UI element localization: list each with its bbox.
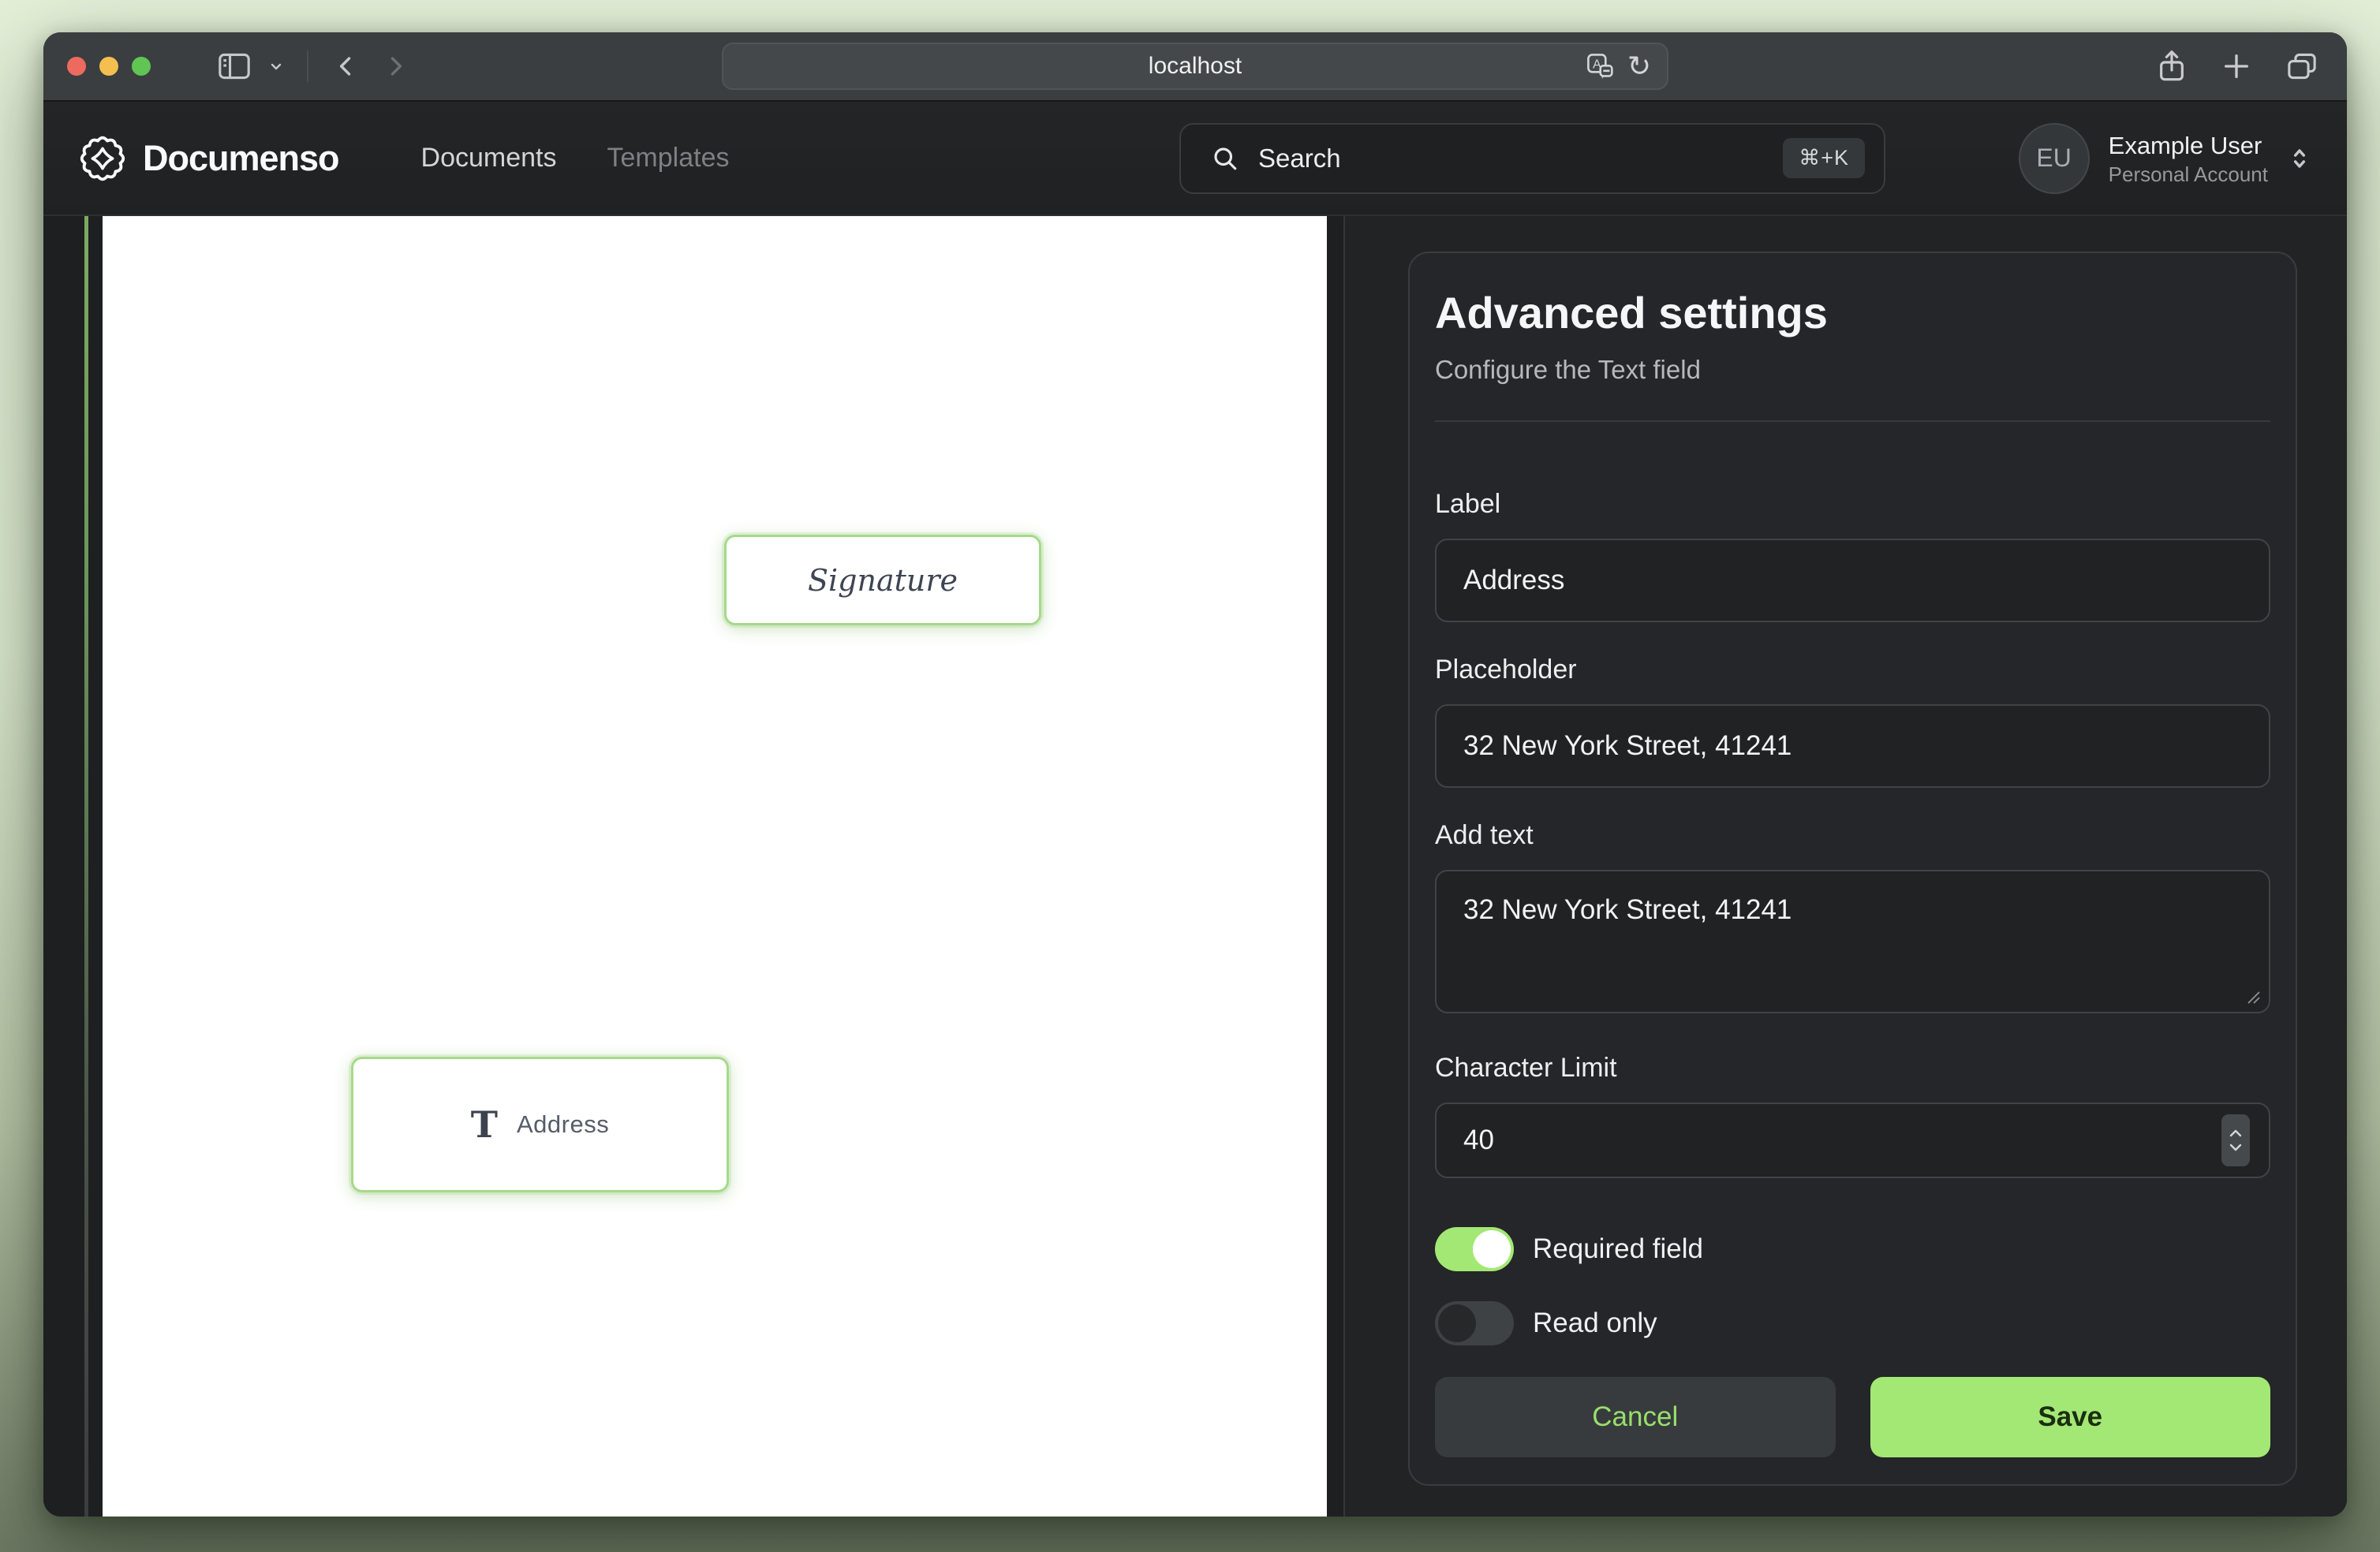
text-field-icon: T [471,1106,498,1143]
url-text: localhost [1149,53,1242,80]
label-field-label: Label [1435,488,2270,520]
search-icon [1211,144,1239,173]
label-input[interactable] [1435,539,2270,622]
search-shortcut-badge: ⌘+K [1783,138,1865,178]
user-account-type: Personal Account [2109,162,2268,187]
tab-overview-icon[interactable] [2285,50,2318,82]
recipient-color-strip [84,216,88,1517]
translate-icon[interactable]: A [1585,51,1615,81]
cancel-button[interactable]: Cancel [1435,1377,1836,1457]
required-field-toggle[interactable] [1435,1227,1514,1271]
sidebar-chevron-icon[interactable] [264,47,288,85]
address-field-box[interactable]: T Address [351,1057,729,1192]
address-field-label: Address [517,1110,609,1139]
nav-templates[interactable]: Templates [607,143,730,173]
nav-documents[interactable]: Documents [421,143,557,173]
documenso-logo[interactable]: Documenso [78,134,339,183]
number-stepper[interactable] [2221,1114,2250,1166]
search-placeholder: Search [1258,144,1341,173]
panel-subtitle: Configure the Text field [1435,354,2270,386]
maximize-window-button[interactable] [132,57,151,76]
browser-toolbar: localhost A ↻ [43,32,2347,102]
app-header: Documenso Documents Templates Search ⌘+K… [43,102,2347,216]
chevrons-up-down-icon [2287,144,2312,173]
user-menu[interactable]: EU Example User Personal Account [2019,123,2312,194]
read-only-toggle[interactable] [1435,1301,1514,1345]
add-text-textarea[interactable]: 32 New York Street, 41241 [1435,870,2270,1013]
required-field-label: Required field [1533,1233,1703,1265]
browser-window: localhost A ↻ [43,32,2347,1517]
logo-text: Documenso [143,138,339,179]
toggle-knob [1473,1230,1511,1268]
documenso-seal-icon [78,134,127,183]
toggle-knob [1438,1304,1476,1342]
save-button[interactable]: Save [1870,1377,2271,1457]
panel-title: Advanced settings [1435,288,2270,338]
placeholder-input[interactable] [1435,704,2270,788]
avatar: EU [2019,123,2090,194]
character-limit-input[interactable] [1435,1102,2270,1178]
new-tab-icon[interactable] [2221,50,2252,82]
share-icon[interactable] [2156,49,2188,84]
forward-button[interactable] [376,47,414,85]
read-only-label: Read only [1533,1308,1657,1339]
sidebar-toggle-icon[interactable] [215,47,253,85]
signature-field-box[interactable]: Signature [724,535,1041,625]
avatar-initials: EU [2036,144,2071,173]
signature-field-label: Signature [808,563,958,598]
placeholder-field-label: Placeholder [1435,654,2270,685]
main-nav: Documents Templates [421,143,730,173]
user-name: Example User [2109,130,2268,162]
back-button[interactable] [327,47,365,85]
character-limit-field-label: Character Limit [1435,1052,2270,1084]
divider [1435,420,2270,422]
reload-icon[interactable]: ↻ [1627,52,1651,80]
add-text-field-label: Add text [1435,819,2270,851]
advanced-settings-card: Advanced settings Configure the Text fie… [1408,252,2297,1486]
document-page: Signature T Address [103,216,1327,1517]
close-window-button[interactable] [67,57,86,76]
resize-grip-icon[interactable] [2245,989,2261,1005]
search-input[interactable]: Search ⌘+K [1179,123,1885,194]
minimize-window-button[interactable] [99,57,118,76]
content-area: Signature T Address Advanced settings Co… [43,216,2347,1517]
traffic-lights [67,57,151,76]
settings-panel: Advanced settings Configure the Text fie… [1343,216,2347,1517]
address-bar[interactable]: localhost A ↻ [722,43,1668,90]
toolbar-divider [307,50,308,82]
